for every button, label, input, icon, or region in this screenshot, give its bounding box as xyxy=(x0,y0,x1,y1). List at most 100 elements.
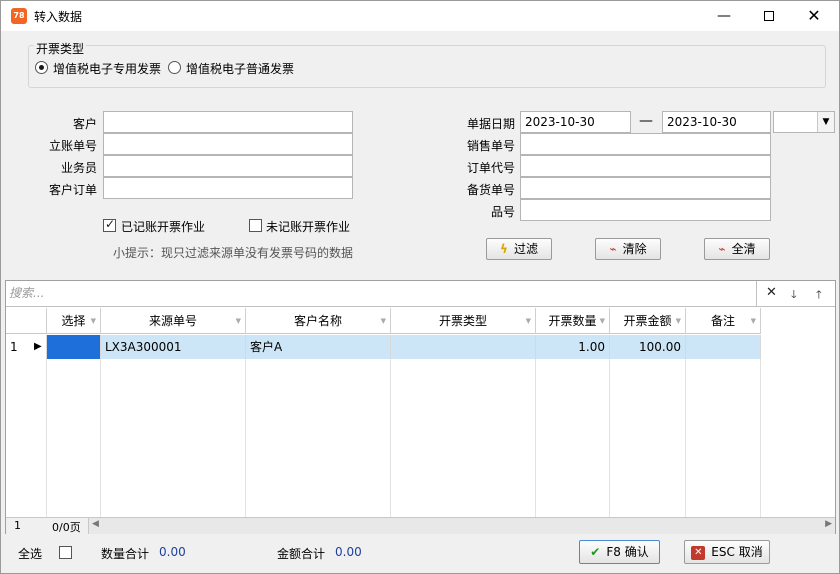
eraser-icon: ⌁ xyxy=(718,242,726,256)
table-row[interactable]: 1 ▶ LX3A300001 客户A 1.00 100.00 xyxy=(6,335,761,359)
account-no-input[interactable] xyxy=(103,133,353,155)
salesperson-label: 业务员 xyxy=(60,161,97,175)
maximize-button[interactable] xyxy=(746,1,792,31)
clear-all-button[interactable]: ⌁ 全清 xyxy=(704,238,770,260)
eraser-icon: ⌁ xyxy=(609,242,617,256)
column-header-qty[interactable]: 开票数量 ▼ xyxy=(536,308,610,334)
column-header-label: 选择 xyxy=(61,314,86,328)
remark-cell[interactable] xyxy=(686,335,761,359)
window-title: 转入数据 xyxy=(34,10,83,24)
maximize-icon xyxy=(764,11,774,21)
select-all-checkbox[interactable] xyxy=(59,546,72,559)
qty-total-value: 0.00 xyxy=(159,545,186,559)
radio-vat-special-label: 增值税电子专用发票 xyxy=(53,62,162,76)
grid-search-placeholder: 搜索... xyxy=(9,286,45,300)
column-header-label: 开票数量 xyxy=(548,314,597,328)
column-header-customer-name[interactable]: 客户名称 ▼ xyxy=(246,308,391,334)
checkbox-checked-icon xyxy=(103,217,116,232)
sales-no-input[interactable] xyxy=(520,133,771,155)
dropdown-arrow-icon[interactable]: ▼ xyxy=(817,112,834,132)
stock-no-input[interactable] xyxy=(520,177,771,199)
amount-total-label: 金额合计 xyxy=(277,547,326,561)
invoice-type-cell[interactable] xyxy=(391,335,536,359)
horizontal-scrollbar[interactable]: ◀ ▶ xyxy=(88,518,835,534)
sort-icon: ▼ xyxy=(525,317,531,325)
column-header-label: 开票金额 xyxy=(623,314,672,328)
customer-order-label: 客户订单 xyxy=(48,183,97,197)
amount-cell[interactable]: 100.00 xyxy=(610,335,686,359)
select-cell[interactable] xyxy=(47,335,101,359)
unbooked-invoice-checkbox[interactable]: 未记账开票作业 xyxy=(249,218,369,234)
column-header-select[interactable]: 选择 ▼ xyxy=(47,308,101,334)
customer-name-cell[interactable]: 客户A xyxy=(246,335,391,359)
item-no-input[interactable] xyxy=(520,199,771,221)
account-no-label: 立账单号 xyxy=(48,139,97,153)
qty-cell[interactable]: 1.00 xyxy=(536,335,610,359)
column-header-source-no[interactable]: 来源单号 ▼ xyxy=(101,308,246,334)
amount-total-value: 0.00 xyxy=(335,545,362,559)
invoice-type-group-title: 开票类型 xyxy=(34,40,87,57)
booked-invoice-label: 已记账开票作业 xyxy=(121,220,206,234)
scroll-right-icon[interactable]: ▶ xyxy=(825,519,832,529)
column-header-invoice-type[interactable]: 开票类型 ▼ xyxy=(391,308,536,334)
footer-row-count: 1 xyxy=(14,519,21,532)
hint-text: 小提示：现只过滤来源单没有发票号码的数据 xyxy=(113,246,354,260)
column-header-label: 客户名称 xyxy=(293,314,342,328)
customer-label: 客户 xyxy=(72,117,97,131)
item-no-label: 品号 xyxy=(490,205,515,219)
clear-button[interactable]: ⌁ 清除 xyxy=(595,238,661,260)
column-header-label: 来源单号 xyxy=(148,314,197,328)
clear-all-button-label: 全清 xyxy=(731,242,756,256)
arrow-up-icon[interactable]: 🡑 xyxy=(816,286,822,305)
column-header-label: 开票类型 xyxy=(438,314,487,328)
filter-button[interactable]: ϟ 过滤 xyxy=(486,238,552,260)
doc-date-label: 单据日期 xyxy=(466,117,515,131)
date-to-input[interactable]: 2023-10-30 xyxy=(662,111,771,133)
minimize-button[interactable]: — xyxy=(701,1,747,31)
row-indicator: 1 ▶ xyxy=(6,335,47,359)
grid-search-input[interactable]: 搜索... xyxy=(6,281,756,306)
sort-icon: ▼ xyxy=(675,317,681,325)
salesperson-input[interactable] xyxy=(103,155,353,177)
row-indicator-header xyxy=(6,308,47,334)
scroll-left-icon[interactable]: ◀ xyxy=(92,519,99,529)
checkbox-unchecked-icon xyxy=(249,219,262,232)
clear-search-icon[interactable]: ✕ xyxy=(766,285,777,300)
grid-search-bar: 搜索... ✕ 🡓 🡑 xyxy=(6,281,835,307)
stock-no-label: 备货单号 xyxy=(466,183,515,197)
cross-icon: ✕ xyxy=(691,545,706,560)
date-range-dropdown[interactable]: ▼ xyxy=(773,111,835,133)
booked-invoice-checkbox[interactable]: 已记账开票作业 xyxy=(103,217,223,234)
sort-icon: ▼ xyxy=(599,317,605,325)
app-logo-icon: 78 xyxy=(11,8,27,24)
clear-button-label: 清除 xyxy=(622,242,647,256)
data-grid: 搜索... ✕ 🡓 🡑 选择 ▼ 来源单号 ▼ 客户名称 ▼ 开票类型 ▼ 开票数量 ▼ … xyxy=(5,280,836,534)
sales-no-label: 销售单号 xyxy=(466,139,515,153)
close-button[interactable]: ✕ xyxy=(791,1,837,31)
radio-vat-general-label: 增值税电子普通发票 xyxy=(186,62,295,76)
radio-checked-icon xyxy=(35,61,48,74)
source-no-cell[interactable]: LX3A300001 xyxy=(101,335,246,359)
date-from-input[interactable]: 2023-10-30 xyxy=(520,111,631,133)
unbooked-invoice-label: 未记账开票作业 xyxy=(266,220,351,234)
sort-icon: ▼ xyxy=(235,317,241,325)
order-code-input[interactable] xyxy=(520,155,771,177)
minimize-icon: — xyxy=(717,8,731,24)
customer-order-input[interactable] xyxy=(103,177,353,199)
cancel-button-label: ESC 取消 xyxy=(711,545,763,559)
import-data-window: 78 转入数据 — ✕ 开票类型 增值税电子专用发票 增值税电子普通发票 客户 … xyxy=(0,0,840,574)
sort-icon: ▼ xyxy=(380,317,386,325)
confirm-button[interactable]: ✔ F8 确认 xyxy=(579,540,660,564)
order-code-label: 订单代号 xyxy=(466,161,515,175)
title-bar: 78 转入数据 — ✕ xyxy=(1,1,839,31)
radio-vat-general[interactable]: 增值税电子普通发票 xyxy=(168,59,298,77)
arrow-down-icon[interactable]: 🡓 xyxy=(791,286,797,305)
column-header-remark[interactable]: 备注 ▼ xyxy=(686,308,761,334)
qty-total-label: 数量合计 xyxy=(101,547,150,561)
radio-unchecked-icon xyxy=(168,61,181,74)
filter-button-label: 过滤 xyxy=(513,242,538,256)
cancel-button[interactable]: ✕ ESC 取消 xyxy=(684,540,770,564)
column-header-amount[interactable]: 开票金额 ▼ xyxy=(610,308,686,334)
radio-vat-special[interactable]: 增值税电子专用发票 xyxy=(35,59,165,77)
customer-input[interactable] xyxy=(103,111,353,133)
